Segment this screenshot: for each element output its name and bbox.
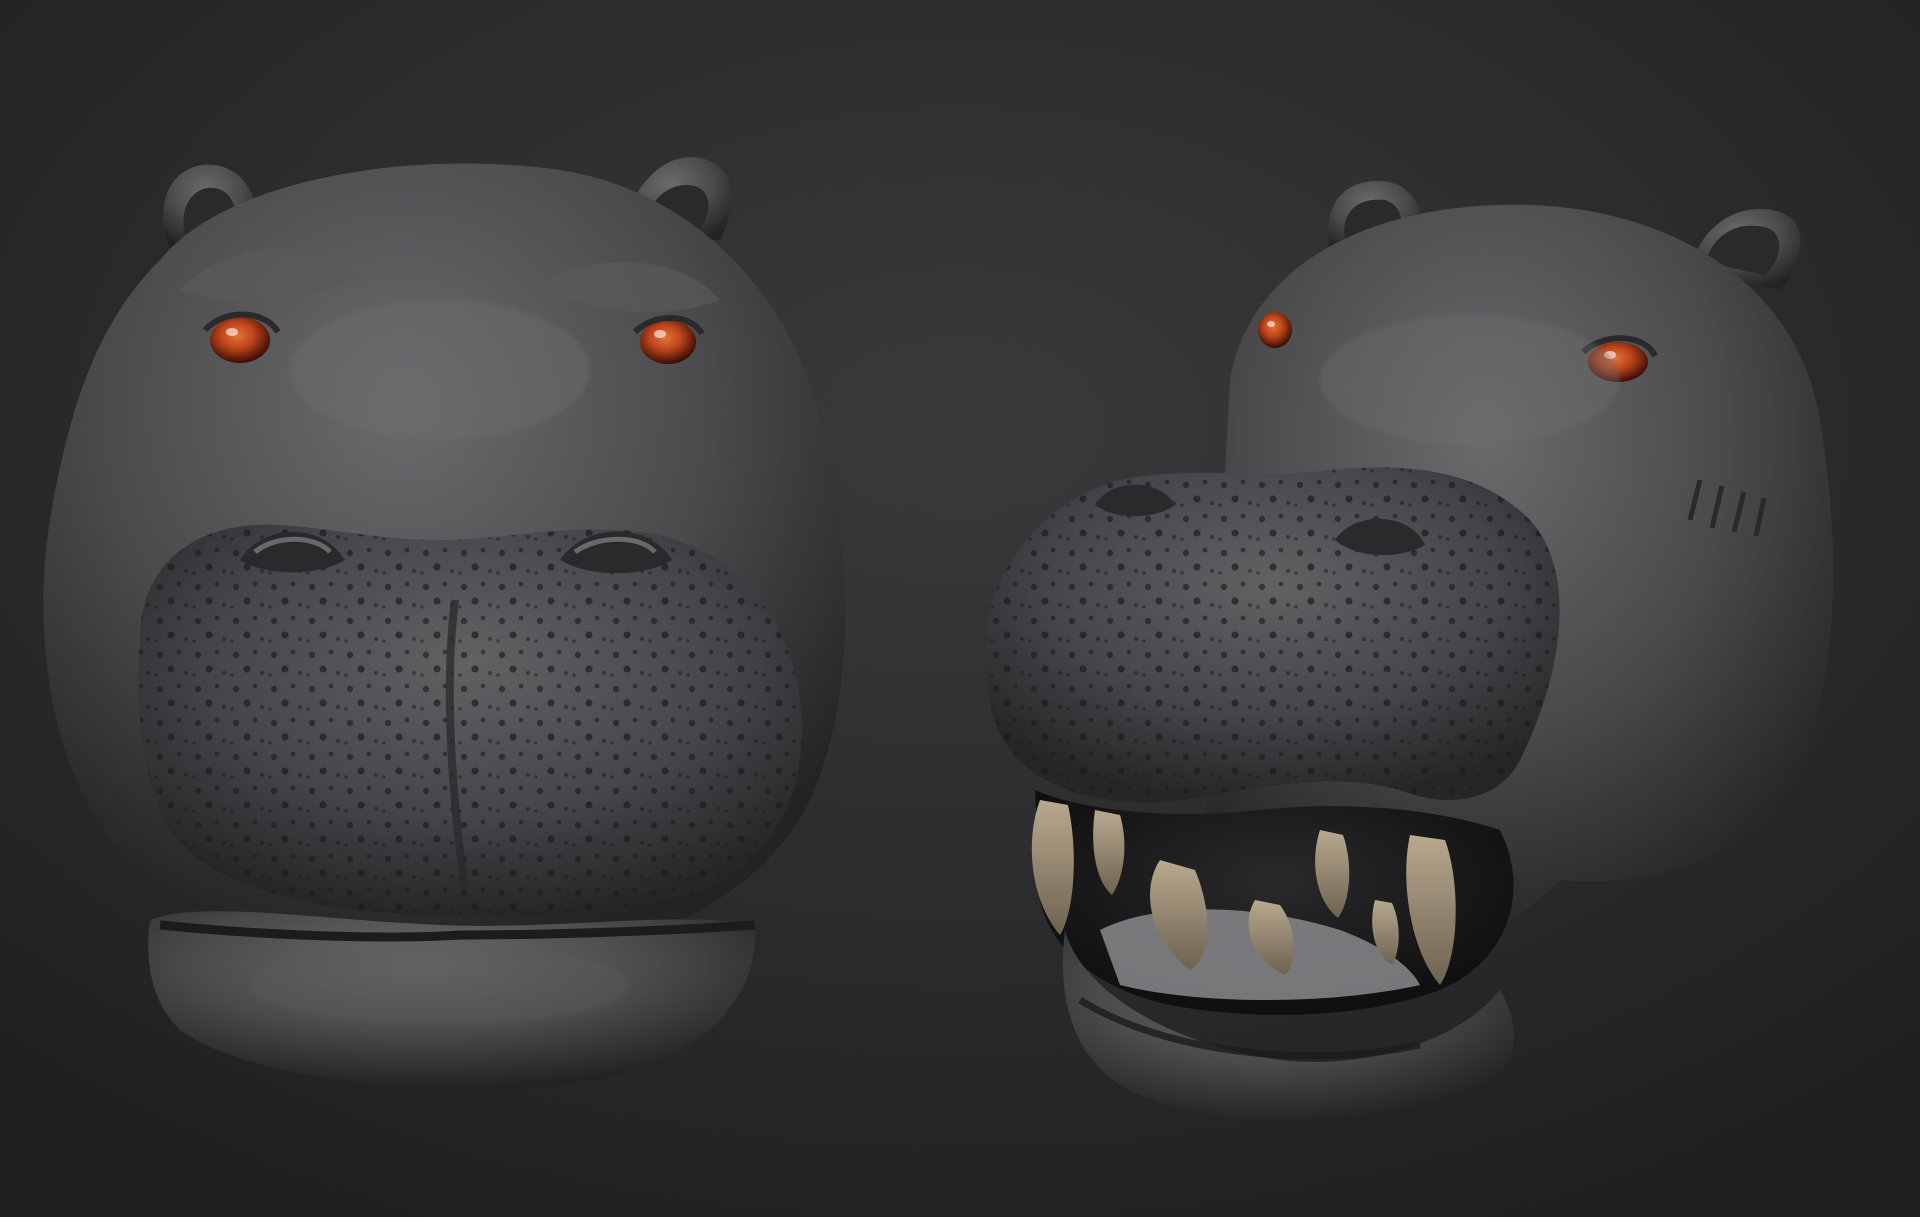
- hippo-front: [43, 157, 846, 1088]
- sculpt-render: [0, 0, 1920, 1217]
- left-eye: [1258, 312, 1292, 348]
- left-eye: [210, 317, 270, 363]
- render-canvas: [0, 0, 1920, 1217]
- right-eye: [640, 320, 696, 364]
